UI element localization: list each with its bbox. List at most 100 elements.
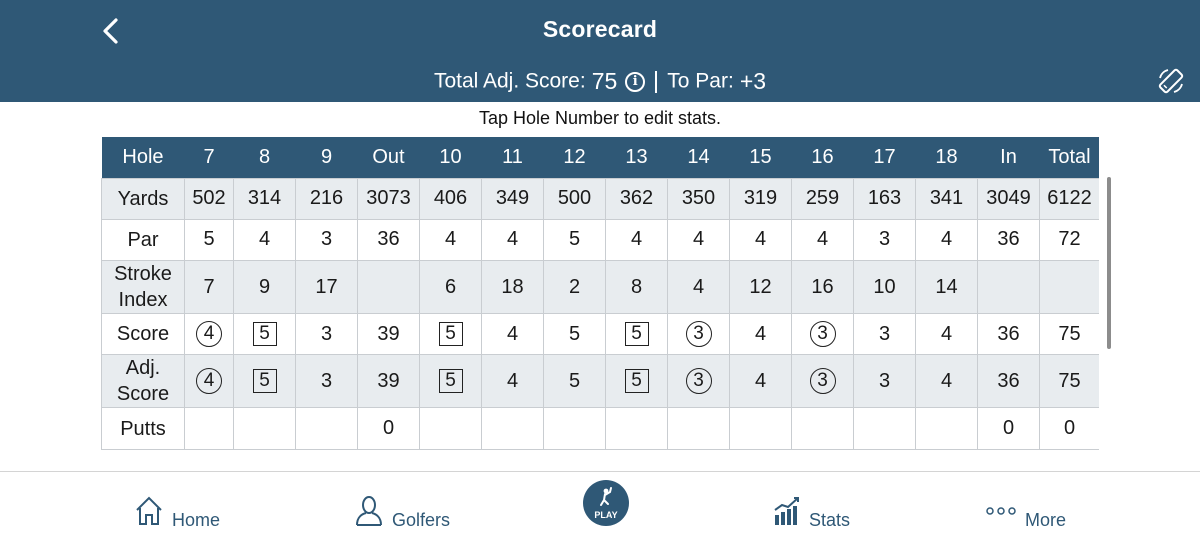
table-cell: 362 (605, 177, 668, 220)
table-cell: 0 (1039, 407, 1099, 450)
table-cell: 5 (184, 218, 234, 262)
table-cell: 4 (791, 218, 854, 262)
table-cell: 350 (667, 177, 730, 220)
table-cell: 3 (853, 313, 916, 356)
table-cell: 36 (977, 354, 1040, 409)
to-par-label: To Par: (667, 69, 734, 93)
table-cell: 5 (233, 313, 296, 356)
rotate-screen-icon (1158, 68, 1184, 94)
hole-column-header[interactable]: 13 (606, 137, 668, 178)
table-cell: 3 (295, 313, 358, 356)
table-cell: 3 (853, 218, 916, 262)
table-cell: 3073 (357, 177, 420, 220)
hole-column-header[interactable]: 8 (234, 137, 296, 178)
nav-golfers[interactable]: Golfers (354, 486, 450, 536)
table-cell: 36 (977, 218, 1040, 262)
table-cell: 4 (729, 354, 792, 409)
table-cell: 10 (853, 260, 916, 315)
score-summary: Total Adj. Score: 75 i To Par: +3 (0, 68, 1200, 95)
hole-column-header[interactable]: 12 (544, 137, 606, 178)
home-icon (136, 496, 162, 525)
table-cell (1039, 260, 1099, 315)
under-par-marker: 3 (809, 321, 836, 348)
table-cell: 3 (791, 313, 854, 356)
table-cell: 3 (791, 354, 854, 409)
table-row: Yards 502 314 216 3073 406 349 500 362 350 319 259 1… (101, 177, 1099, 220)
table-cell (605, 448, 668, 450)
hole-column-header[interactable]: 11 (482, 137, 544, 178)
nav-home[interactable]: Home (134, 486, 220, 536)
hole-column-header[interactable]: 14 (668, 137, 730, 178)
table-cell: 72 (1039, 218, 1099, 262)
table-cell (853, 448, 916, 450)
total-adj-score-value: 75 (591, 68, 618, 94)
table-cell: 5 (605, 354, 668, 409)
table-cell (915, 448, 978, 450)
nav-stats-label: Stats (809, 509, 851, 530)
table-cell: 163 (853, 177, 916, 220)
table-cell: 16 (791, 260, 854, 315)
table-cell: 5 (419, 313, 482, 356)
under-par-marker: 4 (196, 368, 222, 395)
table-cell: 14 (915, 260, 978, 315)
table-cell (233, 448, 296, 450)
hole-column-header[interactable]: 17 (854, 137, 916, 178)
hole-column-header[interactable]: 9 (296, 137, 358, 178)
table-cell (184, 407, 234, 450)
nav-more[interactable]: More (985, 486, 1066, 536)
over-par-marker: 5 (252, 322, 277, 347)
nav-more-label: More (1025, 509, 1067, 530)
table-cell (481, 407, 544, 450)
table-cell: 4 (481, 313, 544, 356)
app-header: Scorecard Total Adj. Score: 75 i To Par: +3 (0, 0, 1200, 102)
play-label: PLAY (594, 510, 618, 520)
nav-home-label: Home (172, 509, 221, 530)
table-scrollbar[interactable] (1107, 177, 1111, 349)
nav-stats[interactable]: Stats (773, 486, 850, 536)
under-par-marker: 3 (685, 321, 712, 348)
table-cell: 502 (184, 177, 234, 220)
row-label: Adj. Score (101, 354, 185, 409)
table-cell: 0 (977, 448, 1040, 450)
over-par-marker: 5 (438, 322, 463, 347)
hole-column-header: Out (372, 145, 405, 168)
play-button[interactable]: PLAY (583, 480, 629, 526)
table-cell: 0 (977, 407, 1040, 450)
table-cell (729, 448, 792, 450)
hole-column-header[interactable]: 15 (730, 137, 792, 178)
table-cell: 6122 (1039, 177, 1099, 220)
table-cell: 4 (915, 313, 978, 356)
table-cell (667, 407, 730, 450)
row-label: Putts (101, 407, 185, 450)
edit-hint: Tap Hole Number to edit stats. (478, 108, 722, 128)
table-row: Putts 0 0 0 (101, 407, 1099, 450)
over-par-marker: 5 (438, 369, 463, 394)
hole-column-header[interactable]: 18 (916, 137, 978, 178)
table-row: Stroke Index 7 9 17 6 18 2 8 4 12 16 10 14 (101, 260, 1099, 315)
scorecard-table-container[interactable]: Hole 7 8 9 Out 10 11 12 13 14 15 16 17 18 In Total Yard… (101, 137, 1099, 450)
hole-column-header[interactable]: 10 (420, 137, 482, 178)
rotate-button[interactable] (1156, 66, 1186, 96)
table-cell: 4 (729, 218, 792, 262)
table-cell: 4 (729, 313, 792, 356)
to-par-value: +3 (739, 68, 767, 94)
more-dots-icon (986, 507, 1016, 515)
table-cell (791, 407, 854, 450)
table-cell: 4 (184, 313, 234, 356)
info-icon[interactable]: i (625, 71, 646, 92)
table-row: Par 5 4 3 36 4 4 5 4 4 4 4 3 4 36 72 (101, 218, 1099, 262)
table-cell: 4 (184, 354, 234, 409)
table-cell (791, 448, 854, 450)
hole-column-header[interactable]: 16 (792, 137, 854, 178)
over-par-marker: 5 (252, 369, 277, 394)
table-cell: 12 (729, 260, 792, 315)
table-cell: 75 (1039, 313, 1099, 356)
table-cell (605, 407, 668, 450)
table-cell: 4 (915, 218, 978, 262)
under-par-marker: 4 (196, 321, 222, 348)
table-cell: 500 (543, 177, 606, 220)
table-row: Score 4 5 3 39 5 4 5 5 3 4 3 3 4 36 75 (101, 313, 1099, 356)
hole-column-header[interactable]: 7 (185, 137, 234, 178)
table-cell: 39 (357, 354, 420, 409)
hole-column-header: In (1000, 145, 1017, 168)
